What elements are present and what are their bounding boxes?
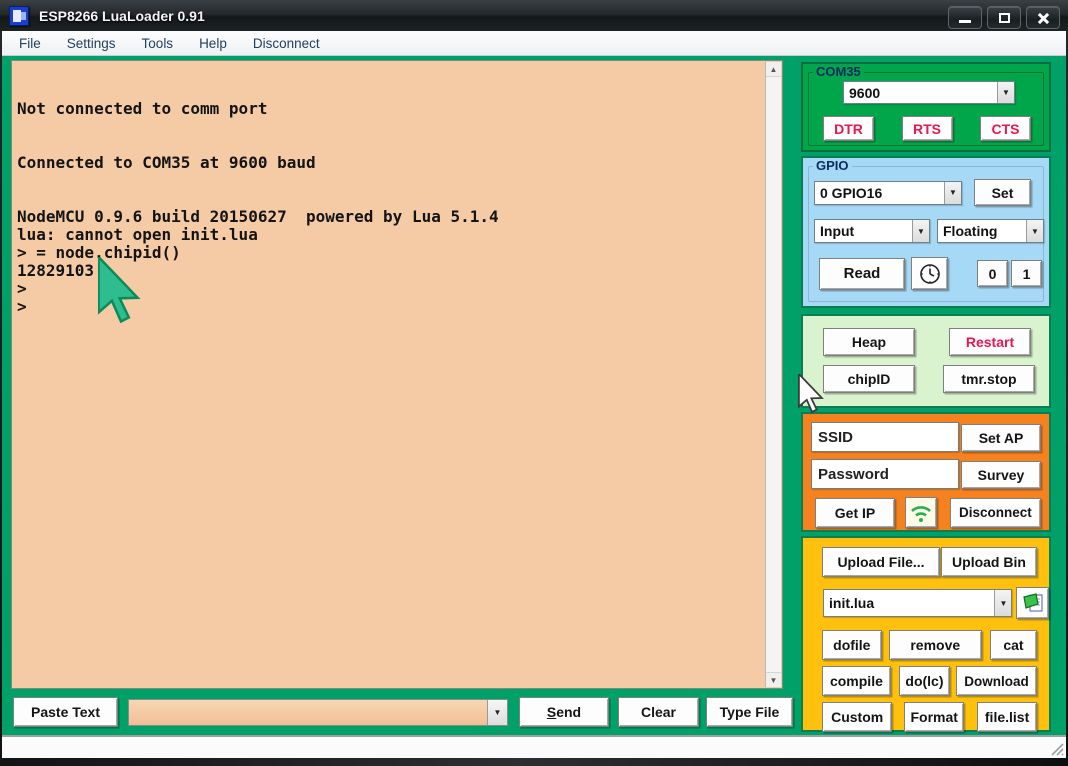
heap-button[interactable]: Heap [823, 328, 915, 356]
desktop: ESP8266 LuaLoader 0.91 File Settings Too… [0, 0, 1068, 766]
minimize-button[interactable] [948, 6, 982, 29]
send-label: Send [547, 704, 581, 720]
resize-grip[interactable] [1048, 740, 1064, 756]
wifi-status-button[interactable] [905, 497, 937, 528]
baud-rate-value: 9600 [844, 82, 997, 103]
gpio-section: GPIO 0 GPIO16 ▼ Set Input ▼ Floating [801, 156, 1051, 308]
chevron-down-icon[interactable]: ▼ [997, 82, 1014, 103]
paste-text-button[interactable]: Paste Text [13, 697, 118, 727]
gpio-read-button[interactable]: Read [819, 258, 905, 290]
chevron-down-icon[interactable]: ▼ [1026, 220, 1043, 242]
menu-disconnect[interactable]: Disconnect [253, 36, 320, 51]
rts-button[interactable]: RTS [902, 116, 953, 141]
menu-settings[interactable]: Settings [67, 36, 116, 51]
password-field[interactable] [811, 459, 959, 489]
scroll-down-icon[interactable]: ▼ [766, 672, 781, 687]
maximize-button[interactable] [987, 6, 1021, 29]
gpio-mode-value: Input [815, 220, 912, 242]
clear-button[interactable]: Clear [618, 697, 699, 727]
tmr-stop-button[interactable]: tmr.stop [943, 365, 1035, 393]
filename-select[interactable]: init.lua ▼ [823, 589, 1012, 617]
mouse-cursor-green [98, 257, 142, 325]
notebook-icon [1021, 591, 1045, 615]
close-icon [1037, 12, 1049, 24]
send-button[interactable]: Send [519, 697, 609, 727]
get-ip-button[interactable]: Get IP [815, 498, 895, 528]
ssid-field[interactable] [811, 422, 959, 452]
gpio-pull-select[interactable]: Floating ▼ [937, 219, 1044, 243]
chipid-button[interactable]: chipID [823, 365, 915, 393]
scroll-up-icon[interactable]: ▲ [766, 62, 781, 77]
window-title: ESP8266 LuaLoader 0.91 [39, 8, 205, 24]
survey-button[interactable]: Survey [961, 461, 1041, 489]
gpio-pin-value: 0 GPIO16 [815, 182, 944, 204]
view-file-button[interactable] [1016, 587, 1049, 619]
set-ap-button[interactable]: Set AP [961, 424, 1041, 452]
restart-button[interactable]: Restart [949, 328, 1031, 356]
gpio-pin-select[interactable]: 0 GPIO16 ▼ [814, 181, 962, 205]
terminal-text: Not connected to comm port Connected to … [12, 62, 764, 687]
menu-bar: File Settings Tools Help Disconnect [2, 31, 1066, 56]
node-commands-section: Heap Restart chipID tmr.stop [801, 314, 1051, 408]
send-input[interactable] [129, 700, 487, 725]
wifi-section: Set AP Survey Get IP Disconnec [801, 412, 1051, 532]
chevron-down-icon[interactable]: ▼ [487, 700, 507, 725]
filename-value: init.lua [824, 590, 994, 616]
gpio-mode-select[interactable]: Input ▼ [814, 219, 930, 243]
gpio-group-label: GPIO [813, 158, 852, 173]
terminal-output[interactable]: Not connected to comm port Connected to … [11, 60, 783, 689]
chevron-down-icon[interactable]: ▼ [912, 220, 929, 242]
content-area: Not connected to comm port Connected to … [2, 56, 1066, 735]
chevron-down-icon[interactable]: ▼ [994, 590, 1011, 616]
menu-help[interactable]: Help [199, 36, 227, 51]
title-bar[interactable]: ESP8266 LuaLoader 0.91 [0, 0, 1068, 31]
timer-button[interactable] [911, 257, 948, 290]
chevron-down-icon[interactable]: ▼ [944, 182, 961, 204]
app-icon [9, 6, 29, 26]
gpio-low-button[interactable]: 0 [977, 260, 1008, 287]
cat-button[interactable]: cat [990, 630, 1037, 660]
minimize-icon [959, 20, 971, 23]
gpio-pull-value: Floating [938, 220, 1026, 242]
dtr-button[interactable]: DTR [823, 116, 874, 141]
gpio-high-button[interactable]: 1 [1011, 260, 1042, 287]
wifi-icon [909, 503, 933, 523]
terminal-scrollbar[interactable]: ▲ ▼ [765, 62, 781, 687]
menu-file[interactable]: File [19, 36, 41, 51]
baud-rate-select[interactable]: 9600 ▼ [843, 81, 1015, 104]
app-window: ESP8266 LuaLoader 0.91 File Settings Too… [0, 0, 1068, 766]
status-bar [2, 735, 1066, 758]
disconnect-button[interactable]: Disconnect [950, 498, 1041, 528]
com-port-section: COM35 9600 ▼ DTR RTS CTS [801, 62, 1051, 152]
dofile-button[interactable]: dofile [822, 630, 882, 660]
type-file-button[interactable]: Type File [706, 697, 793, 727]
menu-tools[interactable]: Tools [142, 36, 174, 51]
gpio-set-button[interactable]: Set [974, 179, 1031, 206]
upload-file-button[interactable]: Upload File... [822, 547, 940, 577]
maximize-icon [999, 13, 1010, 23]
remove-button[interactable]: remove [889, 630, 982, 660]
send-bar: Paste Text ▼ Send Clear Type File [2, 692, 1066, 734]
upload-bin-button[interactable]: Upload Bin [941, 547, 1037, 577]
close-button[interactable] [1026, 6, 1060, 29]
com-group-label: COM35 [813, 64, 864, 79]
send-history-select[interactable]: ▼ [128, 699, 508, 726]
mouse-cursor-white [798, 374, 825, 414]
cts-button[interactable]: CTS [980, 116, 1031, 141]
clock-icon [919, 263, 941, 285]
